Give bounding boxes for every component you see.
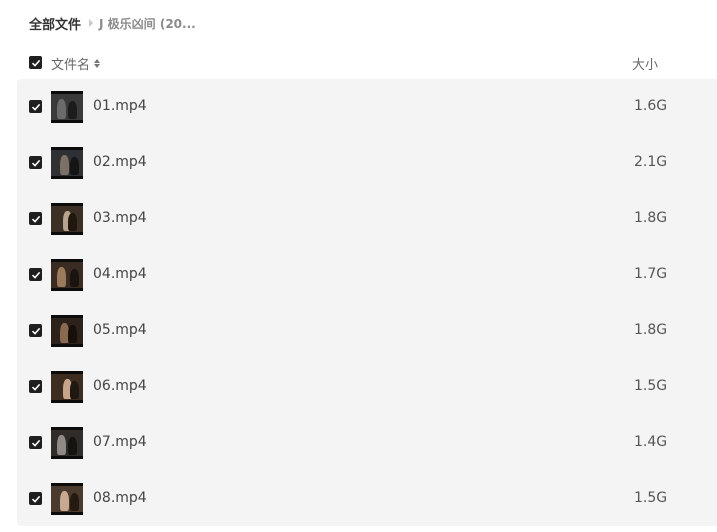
file-row[interactable]: 04.mp4 1.7G [17,247,717,303]
file-checkbox[interactable] [29,324,42,337]
file-checkbox[interactable] [29,156,42,169]
checkmark-icon [31,271,40,279]
chevron-right-icon [89,19,94,27]
file-browser: 全部文件 J 极乐凶间 (20... 文件名 大小 01.mp4 1.6G 02.m… [0,0,717,532]
file-checkbox[interactable] [29,100,42,113]
file-checkbox[interactable] [29,268,42,281]
file-size: 1.8G [634,210,668,226]
column-header-size[interactable]: 大小 [632,54,658,73]
column-header-name-label: 文件名 [51,58,91,73]
file-row[interactable]: 02.mp4 2.1G [17,135,717,191]
file-name[interactable]: 07.mp4 [93,434,147,450]
file-checkbox[interactable] [29,380,42,393]
checkmark-icon [31,59,40,67]
list-header: 文件名 大小 [0,48,717,78]
checkmark-icon [31,439,40,447]
file-row[interactable]: 03.mp4 1.8G [17,191,717,247]
breadcrumb: 全部文件 J 极乐凶间 (20... [29,10,196,36]
video-thumbnail[interactable] [51,315,83,347]
breadcrumb-current-folder: J 极乐凶间 (20... [99,16,196,31]
video-thumbnail[interactable] [51,483,83,515]
column-header-name[interactable]: 文件名 [51,54,101,73]
breadcrumb-root-link[interactable]: 全部文件 [29,14,81,33]
file-row[interactable]: 05.mp4 1.8G [17,303,717,359]
file-row[interactable]: 06.mp4 1.5G [17,359,717,415]
file-checkbox[interactable] [29,212,42,225]
file-size: 2.1G [634,154,668,170]
video-thumbnail[interactable] [51,91,83,123]
file-size: 1.5G [634,378,668,394]
file-checkbox[interactable] [29,436,42,449]
file-name[interactable]: 01.mp4 [93,98,147,114]
file-name[interactable]: 03.mp4 [93,210,147,226]
file-size: 1.8G [634,322,668,338]
checkmark-icon [31,103,40,111]
video-thumbnail[interactable] [51,427,83,459]
video-thumbnail[interactable] [51,147,83,179]
video-thumbnail[interactable] [51,371,83,403]
file-row[interactable]: 07.mp4 1.4G [17,415,717,471]
file-size: 1.6G [634,98,668,114]
file-checkbox[interactable] [29,492,42,505]
file-size: 1.7G [634,266,668,282]
checkmark-icon [31,383,40,391]
file-name[interactable]: 04.mp4 [93,266,147,282]
video-thumbnail[interactable] [51,259,83,291]
checkmark-icon [31,215,40,223]
file-size: 1.5G [634,490,668,506]
select-all-checkbox[interactable] [29,56,42,69]
file-row[interactable]: 01.mp4 1.6G [17,79,717,135]
file-size: 1.4G [634,434,668,450]
file-name[interactable]: 08.mp4 [93,490,147,506]
checkmark-icon [31,327,40,335]
sort-icon[interactable] [94,59,101,68]
file-name[interactable]: 06.mp4 [93,378,147,394]
checkmark-icon [31,495,40,503]
file-name[interactable]: 02.mp4 [93,154,147,170]
file-row[interactable]: 08.mp4 1.5G [17,471,717,527]
file-name[interactable]: 05.mp4 [93,322,147,338]
checkmark-icon [31,159,40,167]
video-thumbnail[interactable] [51,203,83,235]
file-list: 01.mp4 1.6G 02.mp4 2.1G 03.mp4 1.8G 04.mp4 1.7G… [17,79,717,526]
